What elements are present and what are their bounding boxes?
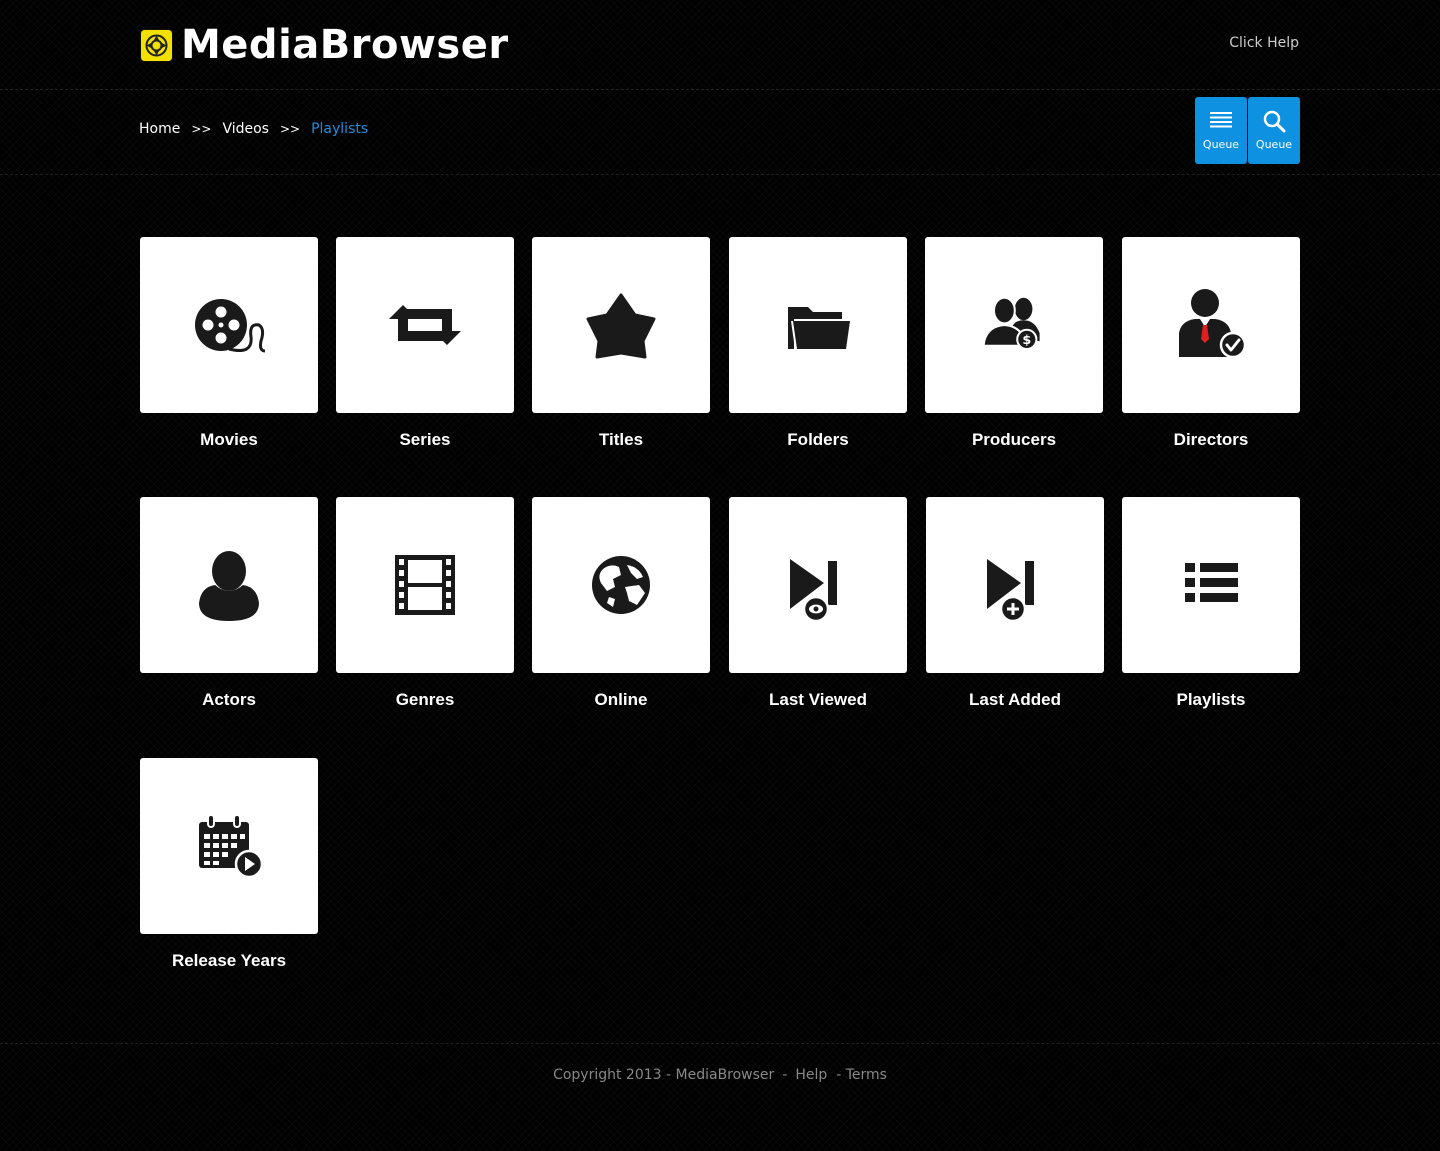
app-logo[interactable]: MediaBrowser <box>140 22 509 68</box>
footer-text: Copyright 2013 - MediaBrowser - Help - Ter… <box>0 1067 1440 1083</box>
tile-actors[interactable]: Actors <box>140 497 318 710</box>
film-reel-icon <box>195 299 266 353</box>
tile-actors-box <box>140 497 318 673</box>
calendar-play-icon <box>199 814 264 879</box>
tile-folders-box <box>729 237 907 413</box>
tile-directors[interactable]: Directors <box>1122 237 1300 450</box>
tile-genres-box <box>336 497 514 673</box>
folder-icon <box>788 307 850 350</box>
tile-last-viewed-box <box>729 497 907 673</box>
tile-release-years-label: Release Years <box>171 951 287 970</box>
footer-help-link[interactable]: Help <box>795 1067 827 1083</box>
tile-last-viewed[interactable]: Last Viewed <box>729 497 907 710</box>
queue-search-button[interactable]: Queue <box>1248 97 1300 164</box>
tile-playlists-box <box>1122 497 1300 673</box>
businessman-check-icon <box>1179 289 1247 359</box>
repeat-icon <box>389 305 461 345</box>
tile-movies[interactable]: Movies <box>140 237 318 450</box>
tile-folders-label: Folders <box>787 430 849 449</box>
tile-folders[interactable]: Folders <box>729 237 907 450</box>
queue-list-button[interactable]: Queue <box>1195 97 1247 164</box>
search-icon <box>1263 110 1286 133</box>
footer-copyright: Copyright 2013 - MediaBrowser <box>553 1067 775 1083</box>
breadcrumb-videos[interactable]: Videos <box>222 121 269 137</box>
tile-titles-label: Titles <box>598 430 644 449</box>
list-bullets-icon <box>1185 563 1238 602</box>
tile-directors-box <box>1122 237 1300 413</box>
tile-producers[interactable]: $ Producers <box>925 237 1103 450</box>
queue-list-button-label: Queue <box>1202 138 1240 151</box>
help-link[interactable]: Click Help <box>1229 35 1299 51</box>
tile-producers-box: $ <box>925 237 1103 413</box>
tile-release-years-box <box>140 758 318 934</box>
queue-search-button-label: Queue <box>1255 138 1293 151</box>
tile-last-added[interactable]: Last Added <box>926 497 1104 710</box>
tile-genres[interactable]: Genres <box>336 497 514 710</box>
users-dollar-icon: $ <box>982 296 1040 350</box>
tile-movies-box <box>140 237 318 413</box>
tile-series-box <box>336 237 514 413</box>
tile-last-viewed-label: Last Viewed <box>769 690 867 709</box>
star-icon <box>586 293 656 359</box>
tile-last-added-box <box>926 497 1104 673</box>
tile-actors-label: Actors <box>202 690 256 709</box>
breadcrumb: Home >> Videos >> Playlists <box>139 121 368 137</box>
breadcrumb-home[interactable]: Home <box>139 121 180 137</box>
page-header: MediaBrowser Click Help <box>0 0 1440 90</box>
navigation-bar: Home >> Videos >> Playlists Queue Queue <box>0 91 1440 175</box>
tile-playlists-label: Playlists <box>1176 690 1246 709</box>
mediabrowser-logo-icon <box>140 28 173 62</box>
tile-producers-label: Producers <box>971 430 1057 449</box>
breadcrumb-separator: >> <box>279 122 301 136</box>
list-icon <box>1210 112 1232 128</box>
app-title: MediaBrowser <box>181 22 509 68</box>
breadcrumb-playlists[interactable]: Playlists <box>311 121 368 137</box>
tile-genres-label: Genres <box>395 690 455 709</box>
play-next-plus-icon <box>987 559 1034 623</box>
tile-titles-box <box>532 237 710 413</box>
tile-movies-label: Movies <box>200 430 258 449</box>
globe-icon <box>592 556 650 614</box>
person-icon <box>199 551 259 621</box>
footer-separator: - <box>782 1067 788 1083</box>
footer-terms-link[interactable]: - Terms <box>836 1067 887 1083</box>
page-footer: Copyright 2013 - MediaBrowser - Help - Ter… <box>0 1043 1440 1151</box>
film-strip-icon <box>395 555 455 615</box>
tile-directors-label: Directors <box>1173 430 1249 449</box>
tile-titles[interactable]: Titles <box>532 237 710 450</box>
play-next-eye-icon <box>790 559 837 623</box>
tile-online-label: Online <box>594 690 648 709</box>
tile-last-added-label: Last Added <box>969 690 1061 709</box>
svg-text:$: $ <box>1022 333 1031 348</box>
tile-series[interactable]: Series <box>336 237 514 450</box>
breadcrumb-separator: >> <box>191 122 212 136</box>
tile-online-box <box>532 497 710 673</box>
tile-playlists[interactable]: Playlists <box>1122 497 1300 710</box>
tile-series-label: Series <box>399 430 451 449</box>
tile-release-years[interactable]: Release Years <box>140 758 318 971</box>
tile-online[interactable]: Online <box>532 497 710 710</box>
